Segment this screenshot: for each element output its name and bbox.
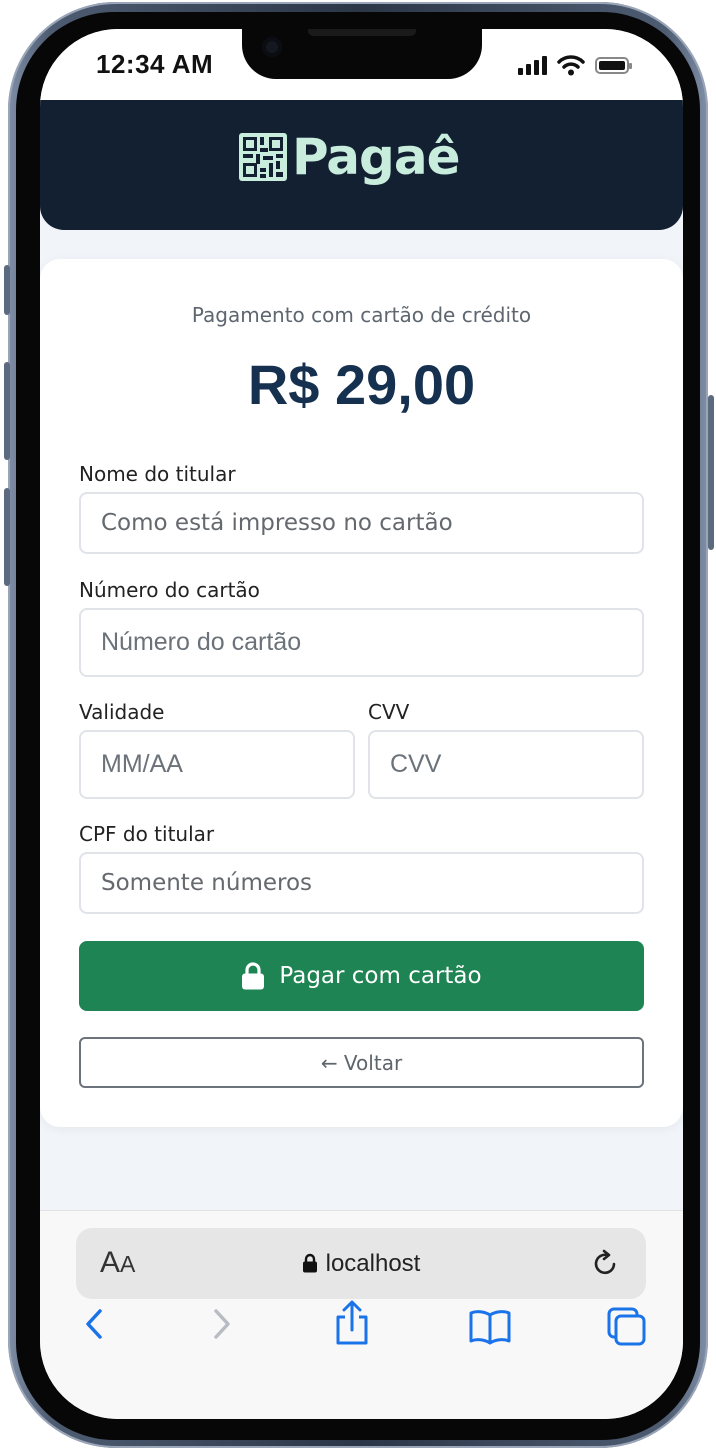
url-text: localhost <box>325 1250 421 1277</box>
wifi-icon <box>557 55 585 76</box>
back-button[interactable]: ← Voltar <box>79 1037 644 1088</box>
status-bar: 12:34 AM <box>40 29 683 101</box>
battery-icon <box>595 56 632 74</box>
url-display[interactable]: localhost <box>76 1250 646 1278</box>
card-number-label: Número do cartão <box>79 578 260 602</box>
lock-icon <box>242 962 265 990</box>
share-icon[interactable] <box>332 1299 372 1349</box>
cvv-input[interactable]: CVV <box>368 730 644 799</box>
payment-amount: R$ 29,00 <box>247 353 476 416</box>
bookmarks-icon[interactable] <box>468 1299 512 1349</box>
volume-down-button <box>4 488 10 586</box>
front-camera <box>262 37 282 57</box>
forward-arrow-icon[interactable] <box>206 1299 236 1349</box>
mute-switch <box>4 265 10 315</box>
card-number-input[interactable]: Número do cartão <box>79 608 644 677</box>
reload-icon[interactable] <box>590 1247 622 1279</box>
status-time: 12:34 AM <box>96 49 214 79</box>
holder-name-label: Nome do titular <box>79 462 236 486</box>
expiry-input[interactable]: MM/AA <box>79 730 355 799</box>
holder-name-input[interactable]: Como está impresso no cartão <box>79 492 644 554</box>
expiry-label: Validade <box>79 700 165 724</box>
power-button <box>708 395 714 550</box>
cpf-label: CPF do titular <box>79 822 215 846</box>
address-bar[interactable]: AA localhost <box>76 1228 646 1299</box>
cpf-input[interactable]: Somente números <box>79 852 644 914</box>
browser-toolbar: AA localhost <box>40 1210 683 1419</box>
screen: 12:34 AM Pagaê Pagamento com cartão de c… <box>40 29 683 1419</box>
back-button-label: ← Voltar <box>320 1050 403 1075</box>
pay-with-card-button[interactable]: Pagar com cartão <box>79 941 644 1011</box>
app-header: Pagaê <box>40 100 683 230</box>
back-arrow-icon[interactable] <box>80 1299 110 1349</box>
pay-button-label: Pagar com cartão <box>279 963 482 989</box>
qr-logo-icon <box>239 133 287 181</box>
volume-up-button <box>4 362 10 460</box>
payment-card: Pagamento com cartão de crédito R$ 29,00… <box>40 259 683 1127</box>
brand-name: Pagaê <box>292 128 460 186</box>
signal-icon <box>518 55 547 75</box>
tabs-icon[interactable] <box>605 1299 647 1349</box>
status-icons <box>518 53 632 77</box>
speaker-grille <box>308 29 416 36</box>
cvv-label: CVV <box>368 700 410 724</box>
brand-logo[interactable]: Pagaê <box>238 132 460 182</box>
lock-icon <box>302 1253 317 1273</box>
payment-subtitle: Pagamento com cartão de crédito <box>191 303 532 327</box>
